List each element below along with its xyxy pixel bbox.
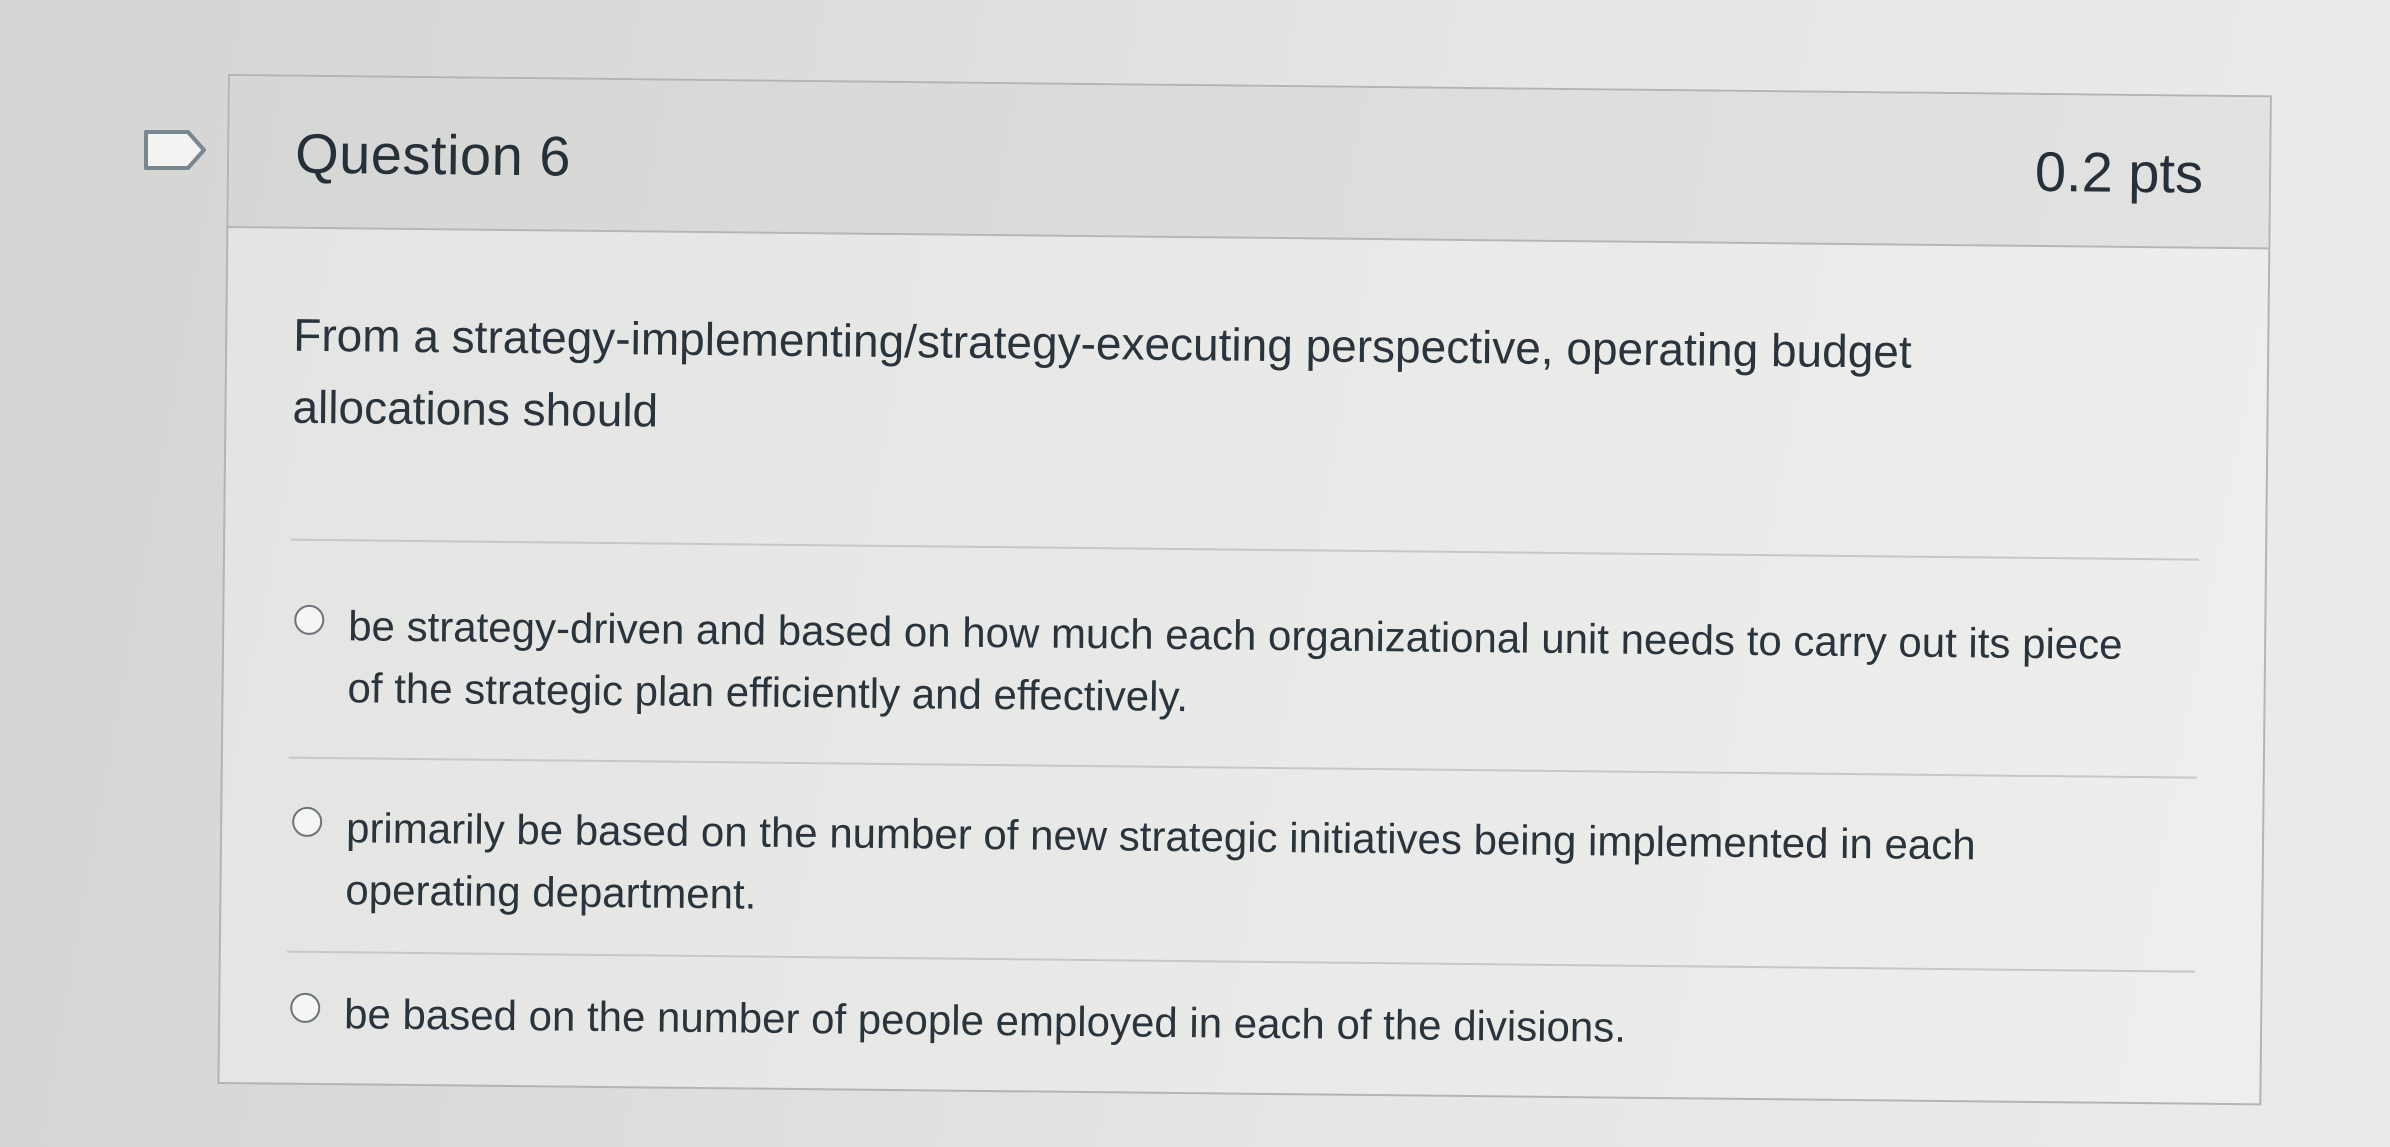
answer-option-3[interactable]: be based on the number of people employe… — [290, 983, 2131, 1064]
answer-option-2[interactable]: primarily be based on the number of new … — [291, 797, 2132, 940]
answer-divider — [286, 950, 2195, 973]
radio-button-icon[interactable] — [294, 604, 325, 636]
radio-button-icon[interactable] — [292, 806, 323, 838]
question-card: Question 6 0.2 pts From a strategy-imple… — [217, 74, 2272, 1106]
question-text: From a strategy-implementing/strategy-ex… — [292, 308, 1912, 437]
answers-divider — [291, 538, 2200, 561]
answer-divider — [288, 756, 2197, 779]
radio-button-icon[interactable] — [290, 992, 321, 1024]
question-points: 0.2 pts — [2034, 139, 2204, 205]
answer-option-label: be based on the number of people employe… — [343, 990, 1627, 1051]
question-header: Question 6 0.2 pts — [228, 76, 2270, 250]
answer-option-label: be strategy-driven and based on how much… — [347, 602, 2123, 721]
answer-option-label: primarily be based on the number of new … — [345, 804, 1976, 918]
bookmark-flag-icon[interactable] — [140, 126, 212, 174]
question-title: Question 6 — [294, 121, 572, 188]
answer-option-1[interactable]: be strategy-driven and based on how much… — [293, 595, 2134, 738]
